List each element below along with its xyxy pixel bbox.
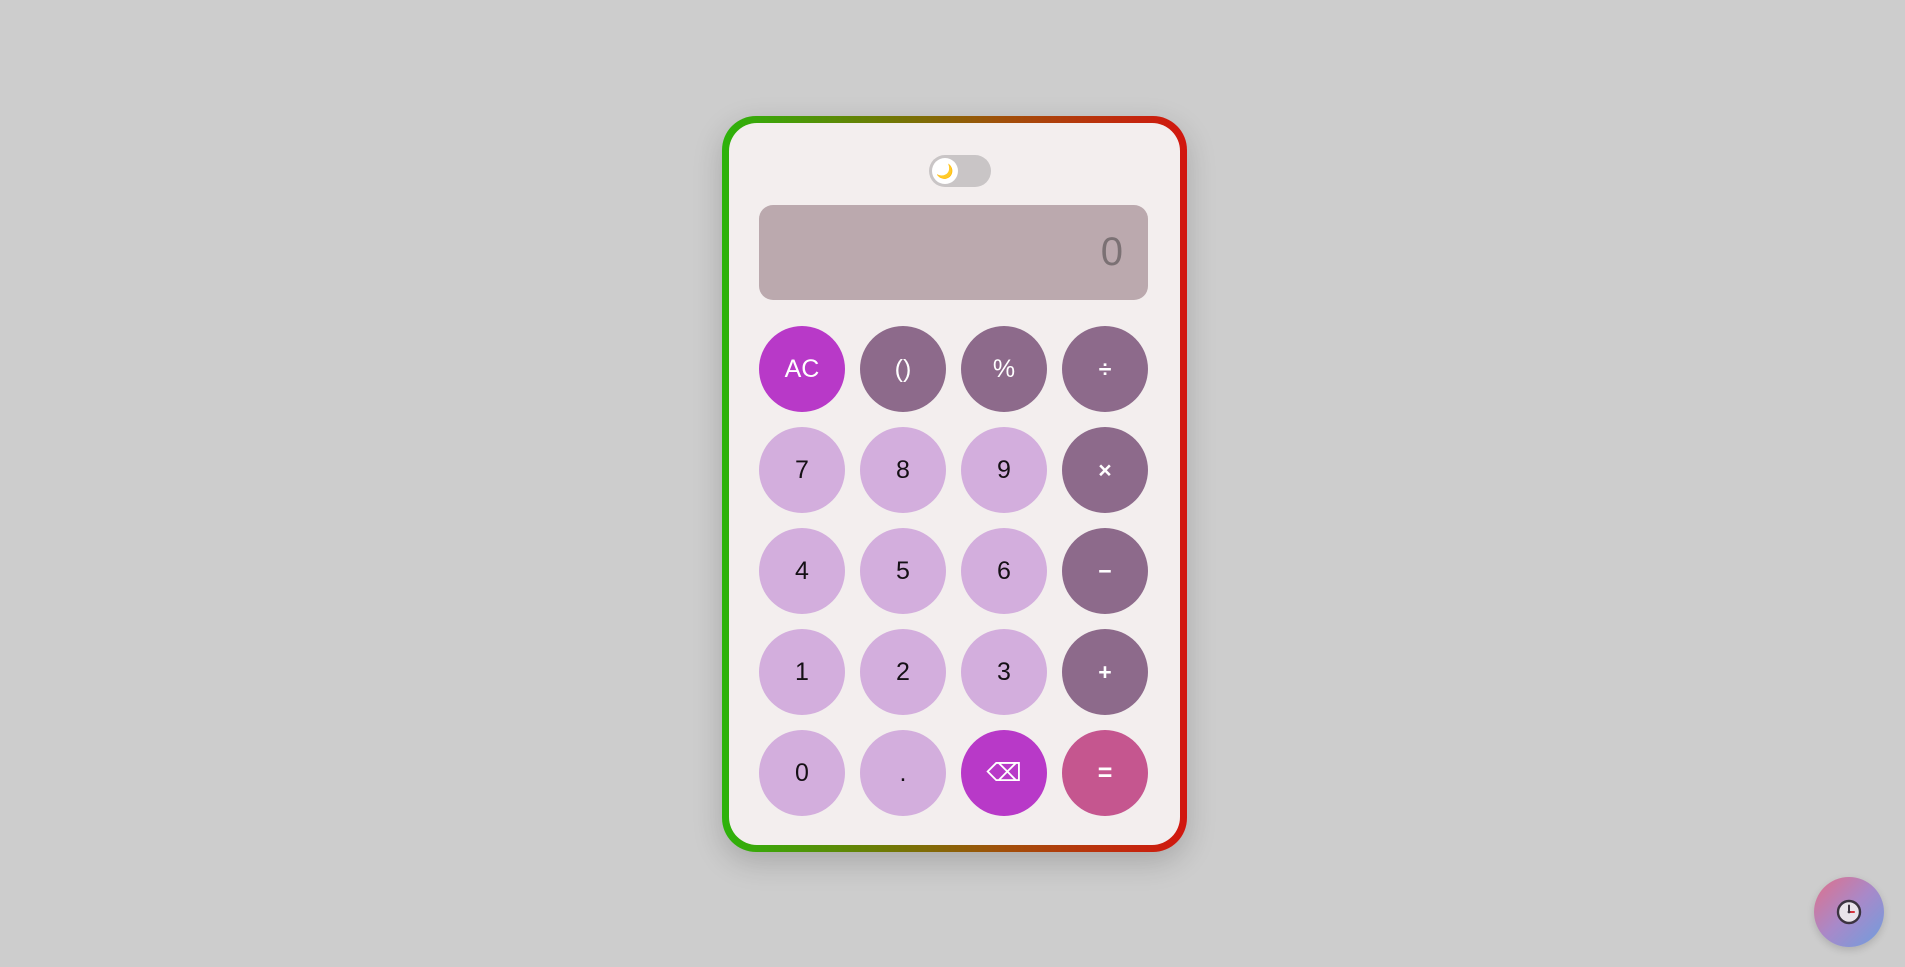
digit-0-button[interactable]: 0 (759, 730, 845, 816)
calculator-display: 0 (759, 205, 1148, 300)
digit-8-button[interactable]: 8 (860, 427, 946, 513)
theme-toggle[interactable]: 🌙 (929, 155, 991, 187)
digit-6-button[interactable]: 6 (961, 528, 1047, 614)
decimal-button[interactable]: . (860, 730, 946, 816)
backspace-button[interactable]: ⌫ (961, 730, 1047, 816)
digit-4-button[interactable]: 4 (759, 528, 845, 614)
digit-5-button[interactable]: 5 (860, 528, 946, 614)
percent-button[interactable]: % (961, 326, 1047, 412)
clock-icon (1836, 899, 1862, 925)
digit-2-button[interactable]: 2 (860, 629, 946, 715)
subtract-button[interactable]: − (1062, 528, 1148, 614)
divide-button[interactable]: ÷ (1062, 326, 1148, 412)
clear-button[interactable]: AC (759, 326, 845, 412)
equals-button[interactable]: = (1062, 730, 1148, 816)
display-value: 0 (1100, 230, 1123, 274)
add-button[interactable]: + (1062, 629, 1148, 715)
history-button[interactable] (1814, 877, 1884, 947)
calculator-frame: 🌙 0 AC()% ÷ 7 8 9 × 4 5 6− 1 2 3 +0. ⌫ = (722, 116, 1187, 852)
parentheses-button[interactable]: () (860, 326, 946, 412)
calculator-body: 🌙 0 AC()% ÷ 7 8 9 × 4 5 6− 1 2 3 +0. ⌫ = (729, 123, 1180, 845)
digit-7-button[interactable]: 7 (759, 427, 845, 513)
multiply-button[interactable]: × (1062, 427, 1148, 513)
moon-icon: 🌙 (932, 158, 958, 184)
keypad: AC()% ÷ 7 8 9 × 4 5 6− 1 2 3 +0. ⌫ = (759, 326, 1148, 816)
digit-1-button[interactable]: 1 (759, 629, 845, 715)
digit-9-button[interactable]: 9 (961, 427, 1047, 513)
digit-3-button[interactable]: 3 (961, 629, 1047, 715)
